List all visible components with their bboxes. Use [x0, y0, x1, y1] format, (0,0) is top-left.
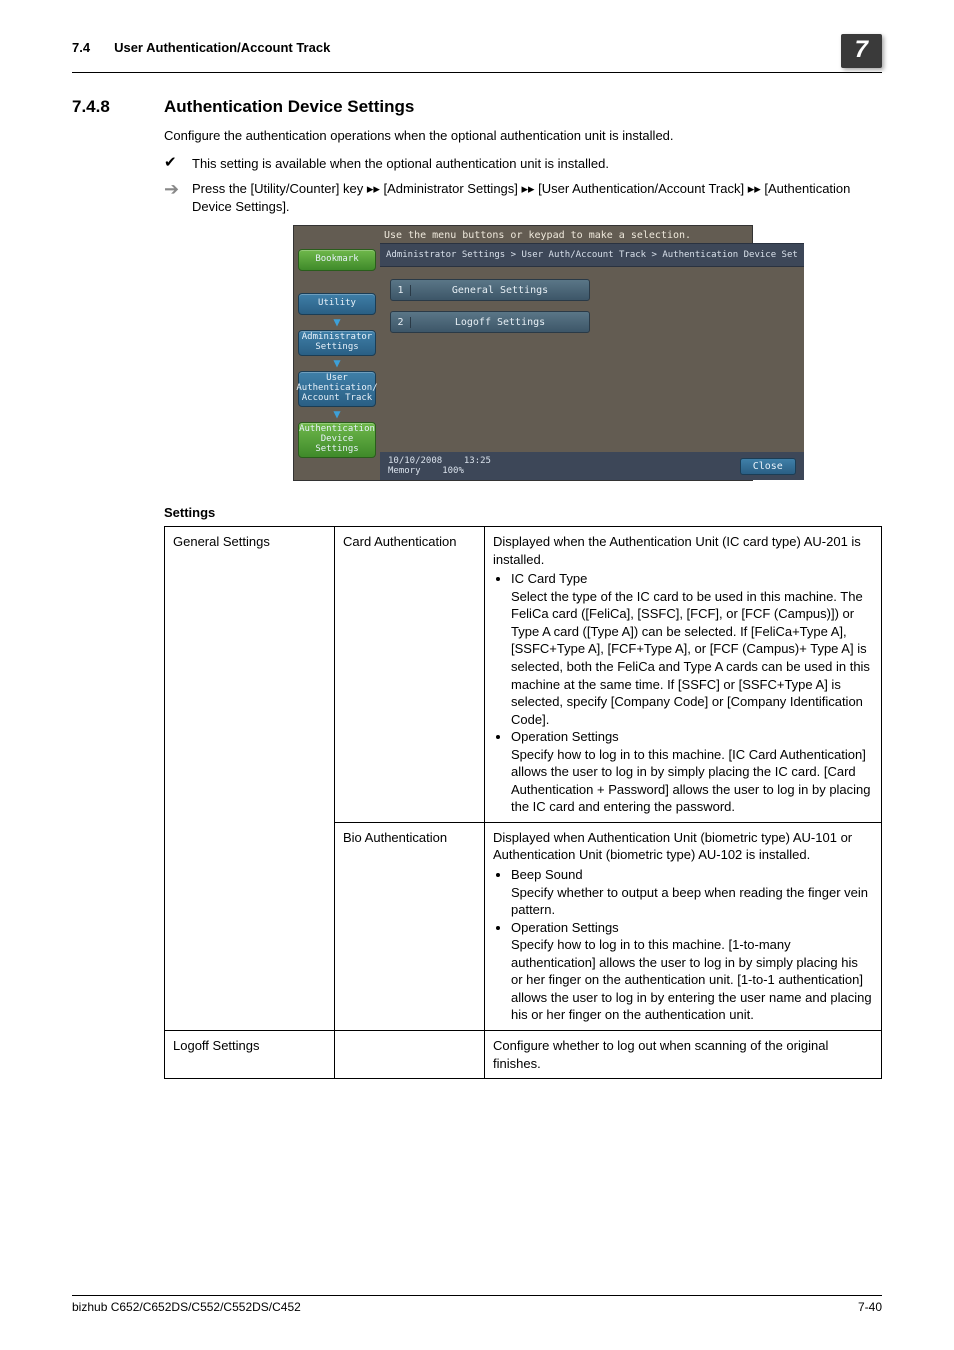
panel-memory-value: 100%: [442, 466, 464, 476]
panel-breadcrumb-bar: Administrator Settings > User Auth/Accou…: [380, 243, 804, 267]
cell-empty: [335, 1030, 485, 1078]
table-caption: Settings: [164, 505, 882, 520]
panel-date: 10/10/2008: [388, 456, 442, 466]
section-heading: 7.4.8 Authentication Device Settings: [72, 97, 882, 117]
cell-logoff-settings: Logoff Settings: [165, 1030, 335, 1078]
table-row: General Settings Card Authentication Dis…: [165, 527, 882, 823]
footer-page: 7-40: [858, 1300, 882, 1314]
arrow-down-icon: ▼: [333, 411, 340, 418]
running-head-title: User Authentication/Account Track: [114, 40, 841, 55]
bullet-beep-sound: Beep Sound Specify whether to output a b…: [511, 866, 873, 919]
bullet-title: IC Card Type: [511, 571, 587, 586]
section-title: Authentication Device Settings: [164, 97, 414, 117]
bookmark-button[interactable]: Bookmark: [298, 249, 376, 271]
table-row: Logoff Settings Configure whether to log…: [165, 1030, 882, 1078]
panel-item-general[interactable]: 1 General Settings: [390, 279, 590, 301]
note-row: ✔ This setting is available when the opt…: [164, 155, 882, 173]
footer-model: bizhub C652/C652DS/C552/C552DS/C452: [72, 1300, 301, 1314]
bullet-desc: Select the type of the IC card to be use…: [511, 589, 870, 727]
cell-logoff-desc: Configure whether to log out when scanni…: [485, 1030, 882, 1078]
bullet-operation-settings: Operation Settings Specify how to log in…: [511, 919, 873, 1024]
close-button[interactable]: Close: [740, 458, 796, 475]
arrow-down-icon: ▼: [333, 360, 340, 367]
procedure-row: ➔ Press the [Utility/Counter] key ▸▸ [Ad…: [164, 180, 882, 215]
bullet-desc: Specify how to log in to this machine. […: [511, 747, 871, 815]
intro-paragraph: Configure the authentication operations …: [164, 127, 882, 145]
panel-instruction: Use the menu buttons or keypad to make a…: [294, 226, 752, 243]
panel-item-number: 2: [391, 317, 411, 328]
crumb-button-userauth[interactable]: User Authentication/ Account Track: [298, 371, 376, 407]
crumb-button-admin[interactable]: Administrator Settings: [298, 330, 376, 356]
cell-card-auth-desc: Displayed when the Authentication Unit (…: [485, 527, 882, 823]
running-head-number: 7.4: [72, 40, 90, 55]
procedure-text: Press the [Utility/Counter] key ▸▸ [Admi…: [192, 180, 882, 215]
panel-memory-label: Memory: [388, 466, 421, 476]
chapter-badge: 7: [841, 34, 882, 68]
panel-list: 1 General Settings 2 Logoff Settings: [380, 267, 804, 452]
panel-item-logoff[interactable]: 2 Logoff Settings: [390, 311, 590, 333]
device-panel: Use the menu buttons or keypad to make a…: [293, 225, 753, 481]
cell-bio-auth: Bio Authentication: [335, 822, 485, 1030]
bullet-ic-card-type: IC Card Type Select the type of the IC c…: [511, 570, 873, 728]
panel-item-number: 1: [391, 285, 411, 296]
bullet-desc: Specify whether to output a beep when re…: [511, 885, 868, 918]
bullet-title: Operation Settings: [511, 920, 619, 935]
bullet-title: Beep Sound: [511, 867, 583, 882]
cell-card-auth: Card Authentication: [335, 527, 485, 823]
desc-text: Displayed when the Authentication Unit (…: [493, 534, 861, 567]
crumb-button-utility[interactable]: Utility: [298, 293, 376, 315]
arrow-right-icon: ➔: [164, 180, 192, 215]
crumb-button-authdev[interactable]: Authentication Device Settings: [298, 422, 376, 458]
cell-general-settings: General Settings: [165, 527, 335, 1031]
bullet-title: Operation Settings: [511, 729, 619, 744]
running-head: 7.4 User Authentication/Account Track 7: [72, 40, 882, 73]
section-number: 7.4.8: [72, 97, 164, 117]
panel-item-label: Logoff Settings: [411, 317, 589, 328]
panel-footer: 10/10/2008 13:25 Memory 100% Close: [380, 452, 804, 480]
bullet-desc: Specify how to log in to this machine. […: [511, 937, 872, 1022]
page-footer: bizhub C652/C652DS/C552/C552DS/C452 7-40: [72, 1295, 882, 1314]
note-text: This setting is available when the optio…: [192, 155, 882, 173]
cell-bio-auth-desc: Displayed when Authentication Unit (biom…: [485, 822, 882, 1030]
settings-table: General Settings Card Authentication Dis…: [164, 526, 882, 1079]
bullet-operation-settings: Operation Settings Specify how to log in…: [511, 728, 873, 816]
panel-sidebar: Bookmark Utility ▼ Administrator Setting…: [294, 243, 380, 480]
check-icon: ✔: [164, 155, 192, 173]
arrow-down-icon: ▼: [333, 319, 340, 326]
panel-item-label: General Settings: [411, 285, 589, 296]
panel-time: 13:25: [464, 456, 491, 466]
desc-text: Displayed when Authentication Unit (biom…: [493, 830, 852, 863]
